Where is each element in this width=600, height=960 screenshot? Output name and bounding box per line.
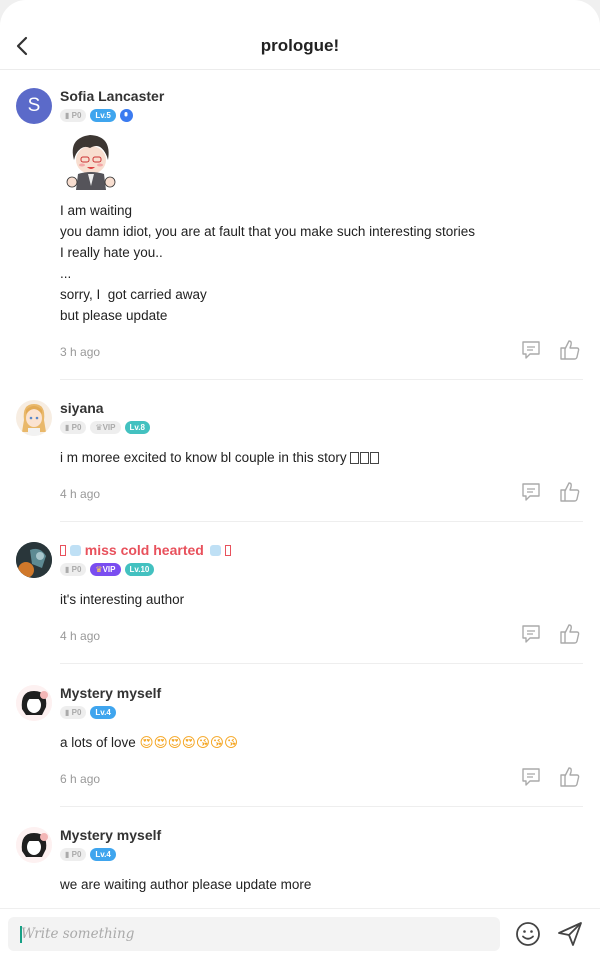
level-badge: Lv.4 (90, 847, 116, 861)
user-badges: ▮ P0 Lv.4 (60, 847, 116, 861)
comment-item: siyana ▮ P0 ♛VIP Lv.8 i m moree excited … (0, 400, 600, 522)
comment-text: we are waiting author please update more (60, 877, 312, 892)
avatar[interactable] (16, 827, 52, 863)
level-badge: Lv.10 (124, 562, 155, 576)
comment-icon[interactable] (520, 339, 542, 361)
user-badges: ▮ P0 ♛VIP Lv.10 (60, 562, 155, 576)
comment-time: 6 h ago (60, 772, 101, 786)
comment-text: a lots of love 😍😍😍😍😘😘😘 (60, 735, 239, 751)
comment-text: i m moree excited to know bl couple in t… (60, 447, 380, 470)
user-badges: ▮ P0 ♛VIP Lv.8 (60, 420, 150, 434)
comment-input[interactable]: Write something (8, 917, 500, 951)
comment-composer: Write something (0, 908, 600, 960)
level-badge: Lv.4 (90, 705, 116, 719)
page-title: prologue! (260, 36, 340, 55)
avatar[interactable]: S (16, 88, 52, 124)
anime-girl-avatar-image (22, 404, 46, 436)
comment-time: 4 h ago (60, 629, 101, 643)
lock-icon: ▮ (65, 564, 72, 574)
commenter-name[interactable]: miss cold hearted (60, 542, 231, 558)
sketch-character-avatar-image (16, 685, 52, 721)
chibi-sticker-image (66, 135, 116, 190)
comment-item: S Sofia Lancaster ▮ P0 Lv.5 I am waiting… (0, 88, 600, 380)
p0-badge: ▮ P0 (60, 420, 87, 434)
level-badge: Lv.5 (90, 108, 116, 122)
comment-time: 3 h ago (60, 345, 101, 359)
author-badge-icon (119, 108, 133, 122)
level-badge: Lv.8 (124, 420, 150, 434)
commenter-name[interactable]: Mystery myself (60, 827, 161, 843)
comment-item: Mystery myself ▮ P0 Lv.4 we are waiting … (0, 827, 600, 907)
lock-icon: ▮ (65, 110, 72, 120)
comment-text: it's interesting author (60, 592, 185, 607)
divider (60, 663, 583, 664)
thumbs-up-icon[interactable] (559, 481, 581, 503)
thumbs-up-icon[interactable] (559, 766, 581, 788)
thumbs-up-icon[interactable] (559, 623, 581, 645)
crown-icon: ♛ (95, 564, 103, 574)
lock-icon: ▮ (65, 422, 72, 432)
p0-badge: ▮ P0 (60, 108, 87, 122)
p0-badge: ▮ P0 (60, 847, 87, 861)
commenter-name[interactable]: siyana (60, 400, 104, 416)
lock-icon: ▮ (65, 707, 72, 717)
heart-eyes-emoji-icons: 😍😍😍😍😘😘😘 (139, 735, 239, 751)
unknown-glyph-icon (224, 545, 231, 556)
comment-icon[interactable] (520, 766, 542, 788)
comment-item: Mystery myself ▮ P0 Lv.4 a lots of love … (0, 685, 600, 807)
unknown-emoji-icon (350, 449, 380, 470)
dark-character-avatar-image (16, 542, 52, 578)
comment-item: miss cold hearted ▮ P0 ♛VIP Lv.10 it's i… (0, 542, 600, 664)
user-badges: ▮ P0 Lv.4 (60, 705, 116, 719)
header: prologue! (0, 0, 600, 70)
send-icon[interactable] (557, 921, 583, 947)
avatar[interactable] (16, 542, 52, 578)
vip-badge: ♛VIP (90, 562, 121, 576)
p0-badge: ▮ P0 (60, 705, 87, 719)
comment-time: 4 h ago (60, 487, 101, 501)
input-placeholder: Write something (21, 926, 135, 942)
ice-cube-icon (69, 545, 81, 556)
divider (60, 521, 583, 522)
smiley-icon[interactable] (515, 921, 541, 947)
vip-badge: ♛VIP (90, 420, 121, 434)
commenter-name[interactable]: Sofia Lancaster (60, 88, 164, 104)
divider (60, 379, 583, 380)
unknown-glyph-icon (60, 545, 66, 556)
lock-icon: ▮ (65, 849, 72, 859)
avatar[interactable] (16, 400, 52, 436)
sketch-character-avatar-image (16, 827, 52, 863)
thumbs-up-icon[interactable] (559, 339, 581, 361)
ice-cube-icon (209, 545, 221, 556)
avatar[interactable] (16, 685, 52, 721)
comment-icon[interactable] (520, 481, 542, 503)
comment-text: I am waiting you damn idiot, you are at f… (60, 203, 475, 323)
divider (60, 806, 583, 807)
comment-icon[interactable] (520, 623, 542, 645)
user-badges: ▮ P0 Lv.5 (60, 108, 133, 122)
commenter-name[interactable]: Mystery myself (60, 685, 161, 701)
p0-badge: ▮ P0 (60, 562, 87, 576)
comments-screen: prologue! S Sofia Lancaster ▮ P0 Lv.5 I … (0, 0, 600, 960)
crown-icon: ♛ (95, 422, 103, 432)
